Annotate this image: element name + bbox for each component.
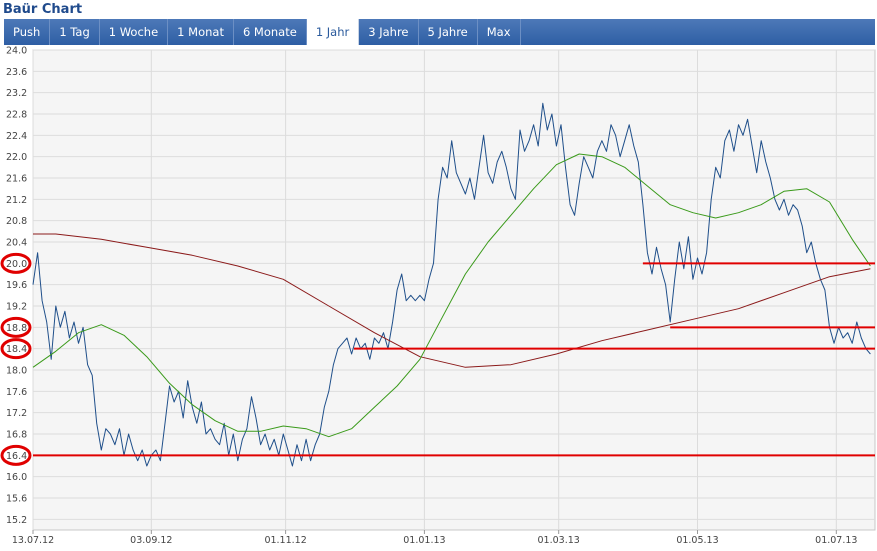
price-chart: 24.0 23.6 23.2 22.8 22.4 22.0 21.6 21.2 20.8 20.4… bbox=[0, 46, 876, 546]
y-tick-label: 19.2 bbox=[6, 302, 27, 313]
y-tick-label: 20.0 bbox=[6, 259, 27, 270]
x-tick-label: 01.07.13 bbox=[815, 535, 857, 546]
y-tick-label: 15.2 bbox=[6, 515, 27, 526]
x-tick-label: 01.05.13 bbox=[676, 535, 718, 546]
y-tick-label: 18.4 bbox=[6, 344, 27, 355]
x-axis: 13.07.12 03.09.12 01.11.12 01.01.13 01.03.13… bbox=[12, 530, 857, 546]
x-tick-label: 03.09.12 bbox=[130, 535, 172, 546]
y-tick-label: 23.2 bbox=[6, 88, 27, 99]
y-tick-label: 21.2 bbox=[6, 195, 27, 206]
y-tick-label: 23.6 bbox=[6, 67, 27, 78]
y-tick-label: 19.6 bbox=[6, 280, 27, 291]
y-tick-label: 20.8 bbox=[6, 216, 27, 227]
y-tick-label: 22.0 bbox=[6, 152, 27, 163]
x-tick-label: 01.11.12 bbox=[264, 535, 306, 546]
y-tick-label: 22.4 bbox=[6, 131, 27, 142]
y-tick-label: 17.6 bbox=[6, 387, 27, 398]
x-tick-label: 13.07.12 bbox=[12, 535, 54, 546]
y-tick-label: 16.8 bbox=[6, 430, 27, 441]
y-tick-label: 20.4 bbox=[6, 238, 27, 249]
y-tick-label: 24.0 bbox=[6, 46, 27, 57]
y-tick-label: 16.0 bbox=[6, 472, 27, 483]
y-tick-label: 16.4 bbox=[6, 451, 27, 462]
y-tick-label: 22.8 bbox=[6, 110, 27, 121]
x-tick-label: 01.01.13 bbox=[403, 535, 445, 546]
y-tick-label: 17.2 bbox=[6, 408, 27, 419]
y-tick-label: 21.6 bbox=[6, 174, 27, 185]
x-tick-label: 01.03.13 bbox=[538, 535, 580, 546]
y-tick-label: 18.0 bbox=[6, 366, 27, 377]
y-axis: 24.0 23.6 23.2 22.8 22.4 22.0 21.6 21.2 20.8 20.4… bbox=[6, 46, 27, 526]
y-tick-label: 15.6 bbox=[6, 494, 27, 505]
y-tick-label: 18.8 bbox=[6, 323, 27, 334]
